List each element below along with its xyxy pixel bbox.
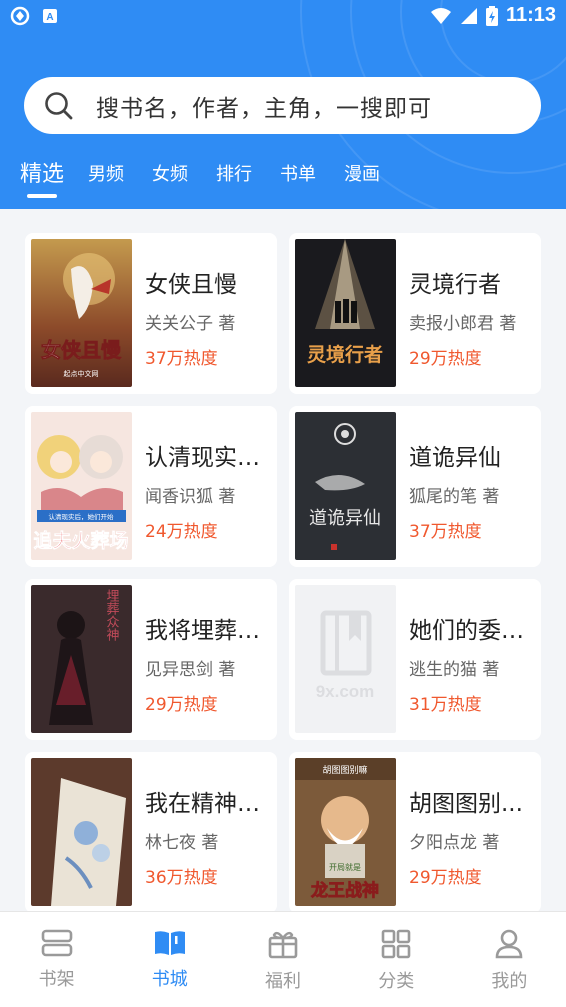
cover-tagline: 开局就是 <box>329 862 361 872</box>
book-cover: 胡图图别嘛 开局就是 龙王战神 <box>295 758 396 906</box>
book-cover: 道诡异仙 <box>295 412 396 560</box>
book-cover: 认清现实后，她们开始 追夫火葬场 <box>31 412 132 560</box>
book-card[interactable]: 认清现实后，她们开始 追夫火葬场 认清现实后... 闻香识狐 著 24万热度 <box>25 406 277 567</box>
user-icon <box>496 929 523 959</box>
book-author: 逃生的猫 著 <box>409 660 500 680</box>
search-icon <box>45 91 73 119</box>
cover-title: 女侠且慢 <box>41 338 122 362</box>
bottom-nav: 书架 书城 福利 分类 我的 <box>0 911 566 1007</box>
book-heat: 29万热度 <box>409 868 482 888</box>
nav-bookstore[interactable]: 书城 <box>113 912 226 1007</box>
book-card[interactable]: 道诡异仙 道诡异仙 狐尾的笔 著 37万热度 <box>289 406 541 567</box>
svg-text:A: A <box>46 12 53 23</box>
book-cover: 灵境行者 <box>295 239 396 387</box>
book-author: 闻香识狐 著 <box>145 487 236 507</box>
header: A 11:13 搜书名，作者，主角，一搜即可 精选 男频 女频 排行 书单 漫画 <box>0 0 566 209</box>
tab-comics[interactable]: 漫画 <box>344 160 380 200</box>
tab-ranking[interactable]: 排行 <box>216 160 252 200</box>
book-cover: 女侠且慢 起点中文网 <box>31 239 132 387</box>
signal-icon <box>460 7 477 24</box>
book-card[interactable]: 我在精神病院 林七夜 著 36万热度 <box>25 752 277 913</box>
book-title: 她们的委托... <box>409 618 535 644</box>
nav-welfare[interactable]: 福利 <box>226 912 339 1007</box>
category-tabs: 精选 男频 女频 排行 书单 漫画 <box>20 150 408 200</box>
tab-female[interactable]: 女频 <box>152 160 188 200</box>
wifi-icon <box>430 7 451 24</box>
bookshelf-icon <box>41 929 72 957</box>
notification-icon: A <box>43 9 57 23</box>
book-title: 胡图图别... <box>409 791 523 817</box>
book-cover-placeholder: 9x.com <box>295 585 396 733</box>
tab-featured[interactable]: 精选 <box>20 156 64 200</box>
app-status-icon <box>10 6 30 26</box>
book-author: 林七夜 著 <box>145 833 219 853</box>
book-author: 见异思剑 著 <box>145 660 236 680</box>
book-title: 道诡异仙 <box>409 445 501 471</box>
search-bar[interactable]: 搜书名，作者，主角，一搜即可 <box>24 77 541 134</box>
nav-category[interactable]: 分类 <box>340 912 453 1007</box>
book-heat: 31万热度 <box>409 695 482 715</box>
cover-title: 灵境行者 <box>307 343 383 366</box>
book-author: 关关公子 著 <box>145 314 236 334</box>
battery-icon <box>485 5 498 26</box>
book-heat: 36万热度 <box>145 868 218 888</box>
book-card[interactable]: 灵境行者 灵境行者 卖报小郎君 著 29万热度 <box>289 233 541 394</box>
nav-bookshelf[interactable]: 书架 <box>0 912 113 1007</box>
nav-label: 福利 <box>265 971 301 992</box>
cover-tagline: 认清现实后，她们开始 <box>49 512 115 521</box>
book-cover <box>31 758 132 906</box>
cover-series: 胡图图别嘛 <box>322 764 367 776</box>
status-bar: A 11:13 <box>0 0 566 32</box>
tab-booklist[interactable]: 书单 <box>280 160 316 200</box>
cover-title: 埋葬众神 <box>104 589 120 641</box>
cover-title: 道诡异仙 <box>309 508 381 529</box>
book-card[interactable]: 胡图图别嘛 开局就是 龙王战神 胡图图别... 夕阳点龙 著 29万热度 <box>289 752 541 913</box>
nav-mine[interactable]: 我的 <box>453 912 566 1007</box>
book-author: 狐尾的笔 著 <box>409 487 500 507</box>
book-heat: 37万热度 <box>409 522 482 542</box>
book-title: 我将埋葬众神 <box>145 618 271 644</box>
cover-publisher: 起点中文网 <box>64 369 99 378</box>
tab-indicator <box>27 194 57 198</box>
search-input[interactable]: 搜书名，作者，主角，一搜即可 <box>96 89 432 123</box>
book-card[interactable]: 9x.com 她们的委托... 逃生的猫 著 31万热度 <box>289 579 541 740</box>
book-title: 我在精神病院 <box>145 791 271 817</box>
nav-label: 书城 <box>151 969 188 990</box>
book-heat: 29万热度 <box>409 349 482 369</box>
book-heat: 29万热度 <box>145 695 218 715</box>
book-author: 夕阳点龙 著 <box>409 833 500 853</box>
grid-icon <box>381 929 411 959</box>
cover-title: 追夫火葬场 <box>33 529 128 552</box>
book-card[interactable]: 埋葬众神 我将埋葬众神 见异思剑 著 29万热度 <box>25 579 277 740</box>
book-author: 卖报小郎君 著 <box>409 314 517 334</box>
book-heat: 24万热度 <box>145 522 218 542</box>
cover-title: 龙王战神 <box>310 880 379 901</box>
nav-label: 我的 <box>491 971 528 992</box>
cover-watermark: 9x.com <box>316 682 375 701</box>
tab-male[interactable]: 男频 <box>88 160 124 200</box>
status-time: 11:13 <box>505 4 556 26</box>
nav-label: 分类 <box>378 971 415 992</box>
book-title: 女侠且慢 <box>145 272 237 298</box>
book-heat: 37万热度 <box>145 349 218 369</box>
book-card[interactable]: 女侠且慢 起点中文网 女侠且慢 关关公子 著 37万热度 <box>25 233 277 394</box>
book-open-icon <box>154 931 185 955</box>
nav-label: 书架 <box>38 969 75 990</box>
book-cover: 埋葬众神 <box>31 585 132 733</box>
book-title: 认清现实后... <box>145 445 271 471</box>
book-title: 灵境行者 <box>409 272 501 298</box>
gift-icon <box>268 931 298 959</box>
